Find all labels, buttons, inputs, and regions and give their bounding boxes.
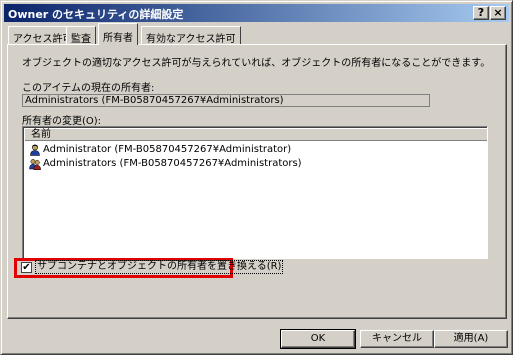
tab-owner[interactable]: 所有者: [98, 23, 138, 45]
group-icon: [29, 159, 41, 170]
close-button[interactable]: ×: [490, 6, 506, 20]
ok-button[interactable]: OK: [280, 329, 356, 349]
replace-owner-checkbox[interactable]: ✔: [21, 262, 32, 273]
replace-owner-checkbox-label[interactable]: サブコンテナとオブジェクトの所有者を置き換える(R): [34, 260, 284, 274]
help-button[interactable]: ?: [473, 6, 489, 20]
apply-button[interactable]: 適用(A): [434, 330, 508, 348]
title-bar[interactable]: Owner のセキュリティの詳細設定 ? ×: [4, 4, 509, 22]
current-owner-field: Administrators (FM-B05870457267¥Administ…: [22, 94, 430, 107]
current-owner-label: このアイテムの現在の所有者:: [22, 83, 155, 94]
owner-description: オブジェクトの適切なアクセス許可が与えられていれば、オブジェクトの所有者になるこ…: [22, 58, 491, 69]
list-header-name[interactable]: 名前: [25, 129, 487, 141]
user-icon: [30, 144, 40, 156]
change-owner-label: 所有者の変更(O):: [22, 116, 102, 127]
checkmark-icon: ✔: [22, 262, 31, 273]
cancel-button[interactable]: キャンセル: [360, 330, 434, 348]
list-header-label: 名前: [31, 129, 51, 140]
list-item-label: Administrator (FM-B05870457267¥Administr…: [43, 144, 292, 155]
tab-auditing[interactable]: 監査: [66, 26, 96, 45]
tab-effective-permissions[interactable]: 有効なアクセス許可: [141, 26, 241, 45]
owner-list[interactable]: 名前 Administrator (FM-B05870457267¥Admini…: [22, 126, 488, 259]
list-item-label: Administrators (FM-B05870457267¥Administ…: [43, 158, 302, 169]
window-title: Owner のセキュリティの詳細設定: [8, 8, 184, 21]
